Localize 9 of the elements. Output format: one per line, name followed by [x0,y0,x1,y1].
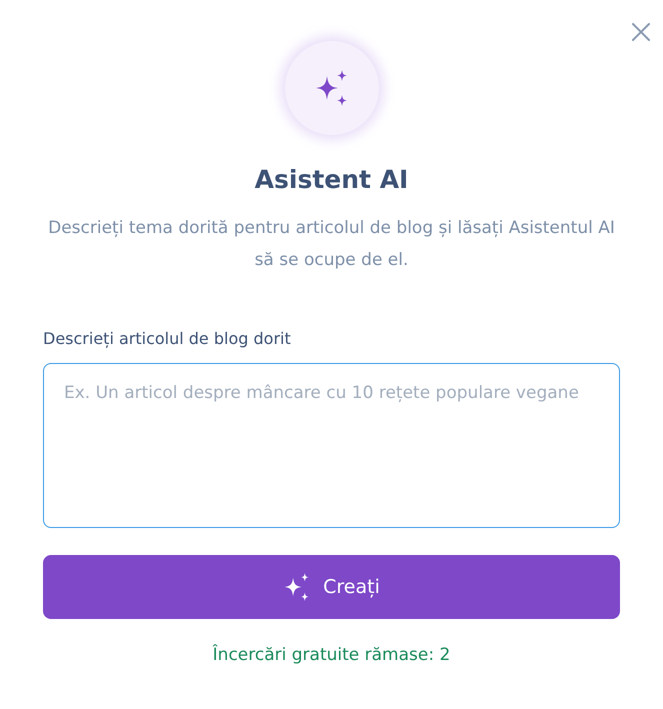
description: Descrieți tema dorită pentru articolul de blog și lăsați Asistentul AI să se ocupe de el. [47,217,616,272]
free-attempts-text: Încercări gratuite rămase: 2 [212,645,450,665]
dialog-title: Asistent AI [254,165,408,194]
create-button[interactable]: Creați [43,555,620,619]
close-button[interactable] [631,22,651,42]
sparkles-icon [283,573,312,601]
field-label: Descrieți articolul de blog dorit [43,329,291,348]
description-field[interactable]: Ex. Un articol despre mâncare cu 10 rețete populare vegane [43,363,620,528]
close-icon [631,22,651,42]
